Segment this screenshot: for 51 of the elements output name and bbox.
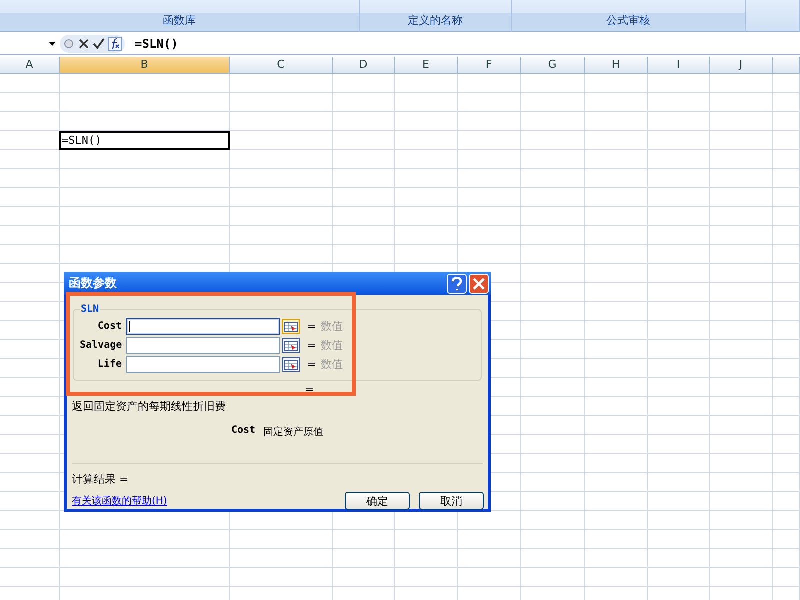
close-icon xyxy=(473,278,485,290)
question-mark-icon xyxy=(451,276,463,290)
value-hint: 数值 xyxy=(321,357,344,372)
argument-field[interactable] xyxy=(126,318,280,335)
ribbon-group-label: 函数库 xyxy=(0,13,359,31)
value-hint: 数值 xyxy=(321,319,344,334)
circle-icon xyxy=(63,38,75,50)
argument-label: Salvage xyxy=(80,340,122,351)
equals-sign: = xyxy=(307,320,316,333)
equals-sign: = xyxy=(307,339,316,352)
active-cell[interactable]: =SLN() xyxy=(59,131,230,150)
argument-field[interactable] xyxy=(126,356,280,373)
cancel-icon[interactable] xyxy=(78,38,90,50)
column-header[interactable]: D xyxy=(333,57,395,73)
argument-field[interactable] xyxy=(126,337,280,354)
close-button[interactable] xyxy=(469,274,489,294)
function-name: SLN xyxy=(80,304,100,315)
dropdown-caret-icon[interactable] xyxy=(49,42,56,46)
argument-name: Cost xyxy=(231,425,256,438)
ribbon-group-label: 定义的名称 xyxy=(360,13,511,31)
result-label: 计算结果 = xyxy=(72,472,130,487)
column-header[interactable]: J xyxy=(710,57,773,73)
column-header[interactable]: I xyxy=(648,57,710,73)
column-header[interactable]: C xyxy=(230,57,333,73)
ribbon-group-label: 公式审核 xyxy=(512,13,745,31)
dialog-title: 函数参数 xyxy=(69,275,117,292)
column-header[interactable]: B xyxy=(60,57,230,73)
column-header[interactable]: E xyxy=(395,57,458,73)
argument-label: Cost xyxy=(96,321,122,332)
range-picker-icon xyxy=(284,322,298,332)
range-picker-icon xyxy=(284,340,298,350)
help-link[interactable]: 有关该函数的帮助(H) xyxy=(72,494,336,508)
argument-label: Life xyxy=(96,359,122,370)
range-picker-button[interactable] xyxy=(282,357,300,372)
column-header[interactable]: F xyxy=(458,57,521,73)
dialog-button[interactable]: 取消 xyxy=(419,492,484,510)
formula-text[interactable]: =SLN() xyxy=(135,37,178,51)
dialog-button[interactable]: 确定 xyxy=(345,492,410,510)
column-header[interactable]: H xyxy=(585,57,648,73)
insert-function-icon[interactable] xyxy=(108,37,122,51)
function-description: 返回固定资产的每期线性折旧费 xyxy=(72,399,227,414)
range-picker-icon xyxy=(284,360,298,370)
enter-check-icon[interactable] xyxy=(93,38,105,50)
range-picker-button[interactable] xyxy=(282,319,300,334)
argument-description: 固定资产原值 xyxy=(264,426,324,439)
range-picker-button[interactable] xyxy=(282,338,300,353)
help-button[interactable] xyxy=(447,274,467,294)
equals-sign: = xyxy=(307,358,316,371)
column-header[interactable]: G xyxy=(521,57,585,73)
equals-sign: = xyxy=(305,383,316,396)
value-hint: 数值 xyxy=(321,338,344,353)
